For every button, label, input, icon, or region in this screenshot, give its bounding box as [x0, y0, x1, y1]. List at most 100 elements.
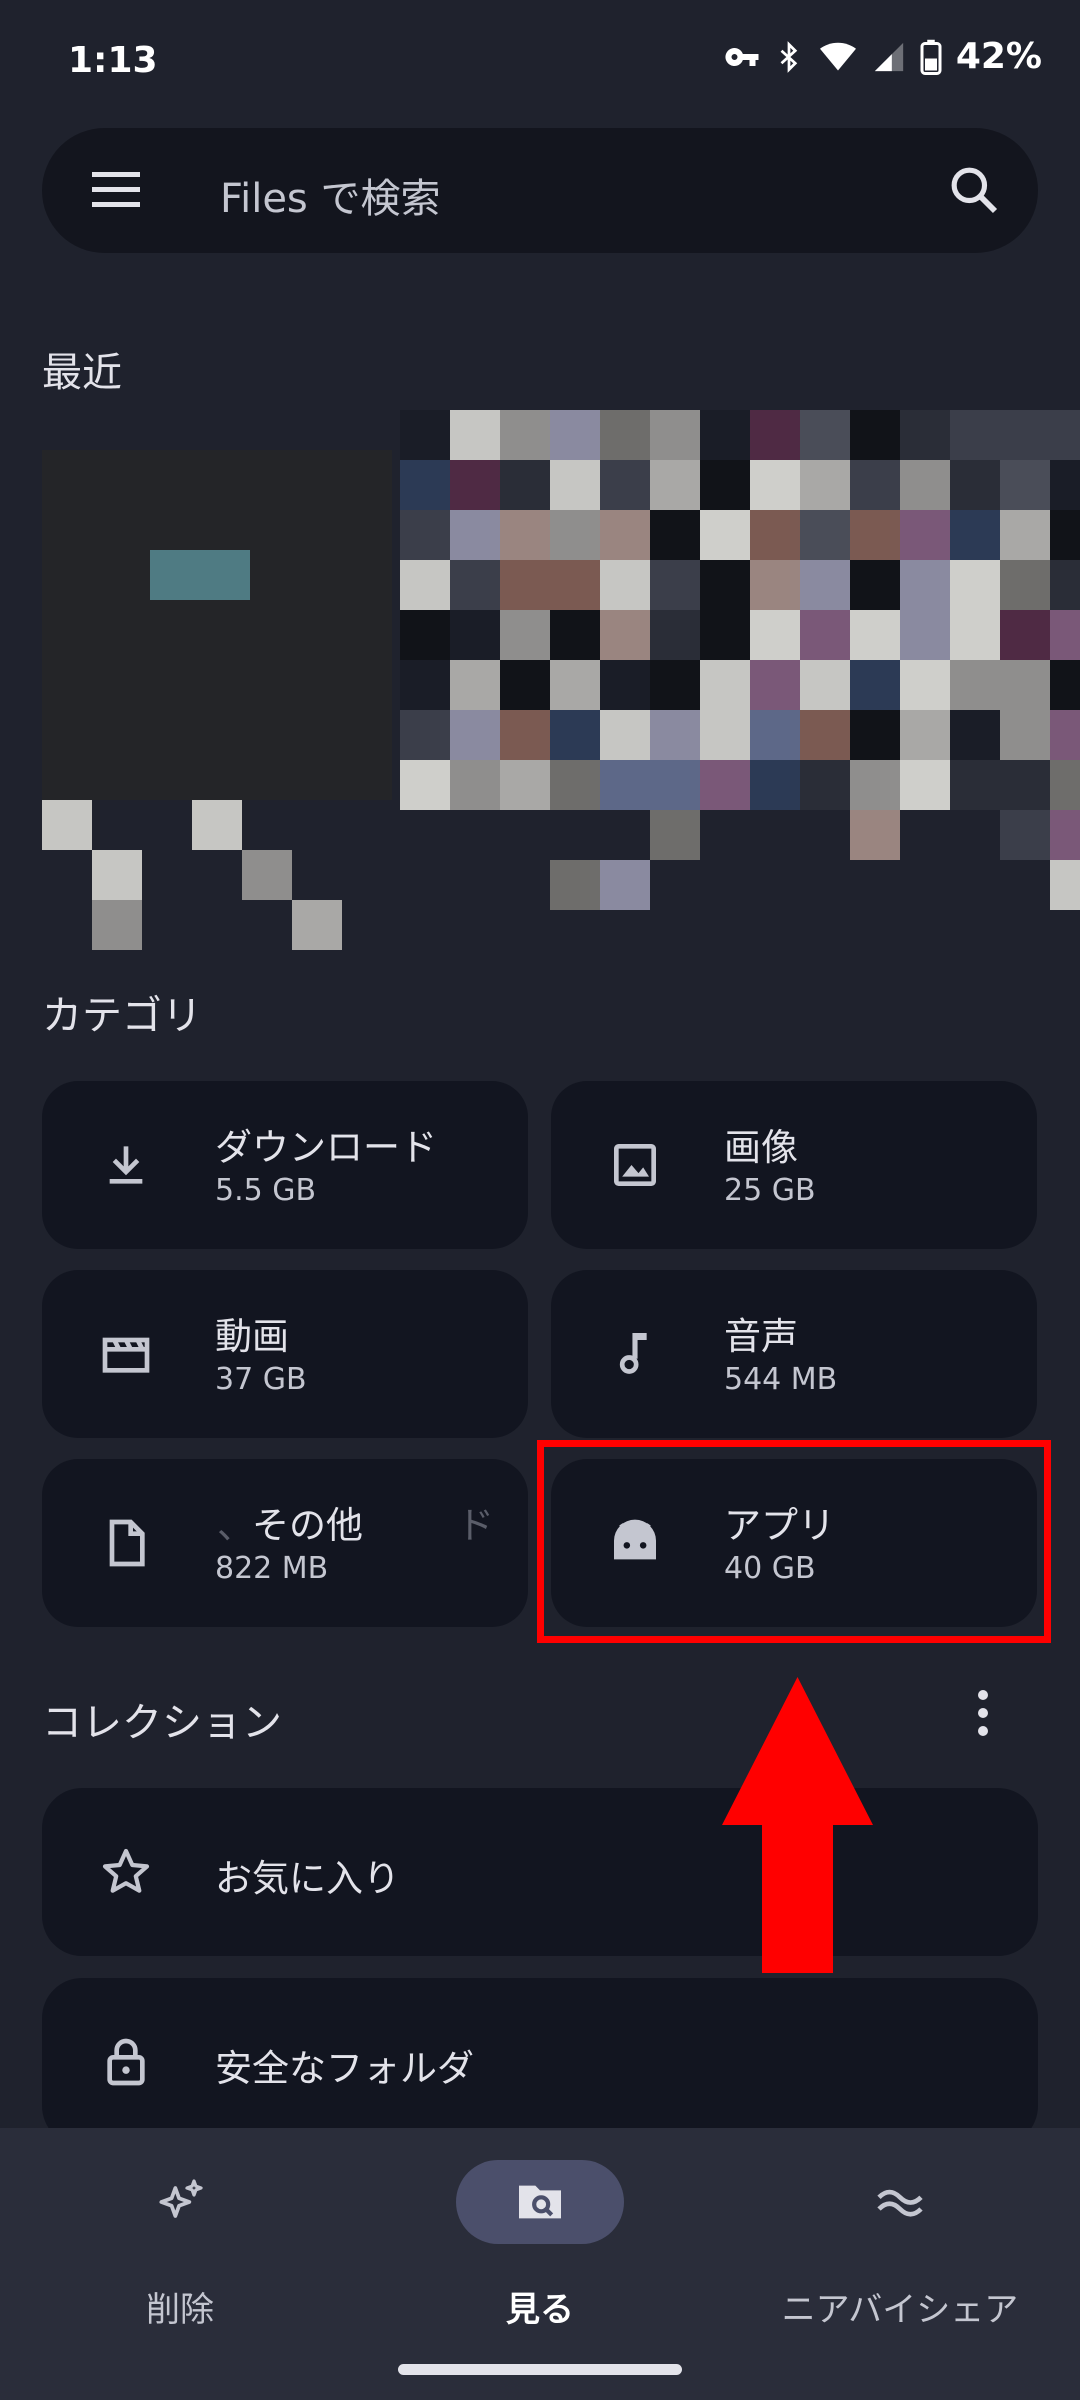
nav-icon-container: [816, 2160, 984, 2244]
nav-nearby-share[interactable]: ニアバイシェア: [720, 2160, 1080, 2330]
thumbnail-pixel: [92, 900, 142, 950]
collection-name: 安全なフォルダ: [215, 2047, 474, 2090]
thumbnail-pixel: [950, 660, 1000, 710]
thumbnail-pixel: [1000, 560, 1050, 610]
thumbnail-pixel: [600, 660, 650, 710]
lock-icon: [107, 2038, 145, 2086]
thumbnail-pixel: [450, 460, 500, 510]
status-icons: 42%: [724, 36, 1042, 77]
thumbnail-pixel: [650, 610, 700, 660]
thumbnail-pixel: [850, 810, 900, 860]
star-icon: [102, 1848, 150, 1893]
recent-thumbnail[interactable]: [42, 450, 392, 800]
thumbnail-pixel: [450, 660, 500, 710]
thumbnail-pixel: [1050, 760, 1080, 810]
thumbnail-pixel: [1050, 460, 1080, 510]
browse-folder-icon: [519, 2185, 561, 2219]
thumbnail-pixel: [1000, 760, 1050, 810]
thumbnail-pixel: [900, 760, 950, 810]
thumbnail-pixel: [600, 460, 650, 510]
thumbnail-pixel: [950, 760, 1000, 810]
thumbnail-pixel: [1050, 810, 1080, 860]
thumbnail-pixel: [850, 460, 900, 510]
thumbnail-pixel: [700, 710, 750, 760]
thumbnail-pixel: [950, 510, 1000, 560]
search-icon[interactable]: [946, 162, 1002, 218]
nav-label: ニアバイシェア: [781, 2290, 1019, 2330]
thumbnail-pixel: [750, 660, 800, 710]
category-other[interactable]: 、 その他 ド 822 MB: [42, 1459, 528, 1627]
battery-icon: [920, 39, 942, 75]
thumbnail-pixel: [500, 410, 550, 460]
bluetooth-icon: [780, 40, 798, 73]
status-bar: 1:13 42%: [0, 0, 1080, 128]
thumbnail-pixel: [650, 560, 700, 610]
ghost-mark: 、: [217, 1504, 254, 1547]
thumbnail-pixel: [400, 510, 450, 560]
thumbnail-pixel: [850, 410, 900, 460]
thumbnail-pixel: [42, 800, 92, 850]
thumbnail-pixel: [1000, 710, 1050, 760]
thumbnail-pixel: [450, 610, 500, 660]
thumbnail-pixel: [1000, 660, 1050, 710]
thumbnail-pixel: [850, 710, 900, 760]
thumbnail-pixel: [650, 810, 700, 860]
thumbnail-pixel: [550, 860, 600, 910]
thumbnail-pixel: [800, 710, 850, 760]
category-size: 37 GB: [215, 1362, 307, 1397]
nearby-share-icon: [877, 2189, 923, 2217]
gesture-handle[interactable]: [398, 2364, 682, 2375]
thumbnail-detail: [150, 550, 250, 600]
thumbnail-pixel: [1050, 560, 1080, 610]
more-options-icon[interactable]: [968, 1688, 998, 1738]
category-name: ダウンロード: [215, 1126, 437, 1169]
search-input[interactable]: Files で検索: [220, 166, 441, 224]
thumbnail-pixel: [600, 610, 650, 660]
thumbnail-pixel: [800, 510, 850, 560]
category-images[interactable]: 画像 25 GB: [551, 1081, 1037, 1249]
category-name: 画像: [724, 1126, 798, 1169]
category-downloads[interactable]: ダウンロード 5.5 GB: [42, 1081, 528, 1249]
thumbnail-pixel: [1000, 410, 1050, 460]
thumbnail-pixel: [750, 760, 800, 810]
nav-icon-container: [96, 2160, 264, 2244]
thumbnail-pixel: [1000, 610, 1050, 660]
collection-safe-folder[interactable]: 安全なフォルダ: [42, 1978, 1038, 2146]
image-icon: [614, 1144, 656, 1186]
thumbnail-pixel: [92, 850, 142, 900]
status-time: 1:13: [68, 40, 158, 81]
thumbnail-pixel: [192, 800, 242, 850]
thumbnail-pixel: [450, 560, 500, 610]
category-audio[interactable]: 音声 544 MB: [551, 1270, 1037, 1438]
menu-icon[interactable]: [92, 170, 140, 210]
collection-favorites[interactable]: お気に入り: [42, 1788, 1038, 1956]
thumbnail-pixel: [1000, 810, 1050, 860]
thumbnail-pixel: [700, 760, 750, 810]
thumbnail-pixel: [900, 560, 950, 610]
thumbnail-pixel: [550, 560, 600, 610]
thumbnail-pixel: [950, 610, 1000, 660]
thumbnail-pixel: [800, 460, 850, 510]
category-videos[interactable]: 動画 37 GB: [42, 1270, 528, 1438]
thumbnail-pixel: [650, 510, 700, 560]
thumbnail-pixel: [400, 560, 450, 610]
thumbnail-pixel: [600, 860, 650, 910]
search-bar[interactable]: Files で検索: [42, 128, 1038, 253]
thumbnail-pixel: [900, 710, 950, 760]
thumbnail-pixel: [800, 560, 850, 610]
nav-clean[interactable]: 削除: [0, 2160, 360, 2330]
thumbnail-pixel: [400, 760, 450, 810]
nav-browse[interactable]: 見る: [360, 2160, 720, 2330]
thumbnail-pixel: [750, 560, 800, 610]
thumbnail-pixel: [850, 560, 900, 610]
thumbnail-pixel: [1050, 660, 1080, 710]
thumbnail-pixel: [800, 760, 850, 810]
collection-name: お気に入り: [215, 1857, 400, 1900]
thumbnail-pixel: [750, 460, 800, 510]
thumbnail-pixel: [850, 510, 900, 560]
recent-thumbnails[interactable]: [42, 410, 1080, 950]
nav-icon-container: [456, 2160, 624, 2244]
thumbnail-pixel: [900, 660, 950, 710]
thumbnail-pixel: [600, 710, 650, 760]
movie-icon: [102, 1337, 150, 1373]
